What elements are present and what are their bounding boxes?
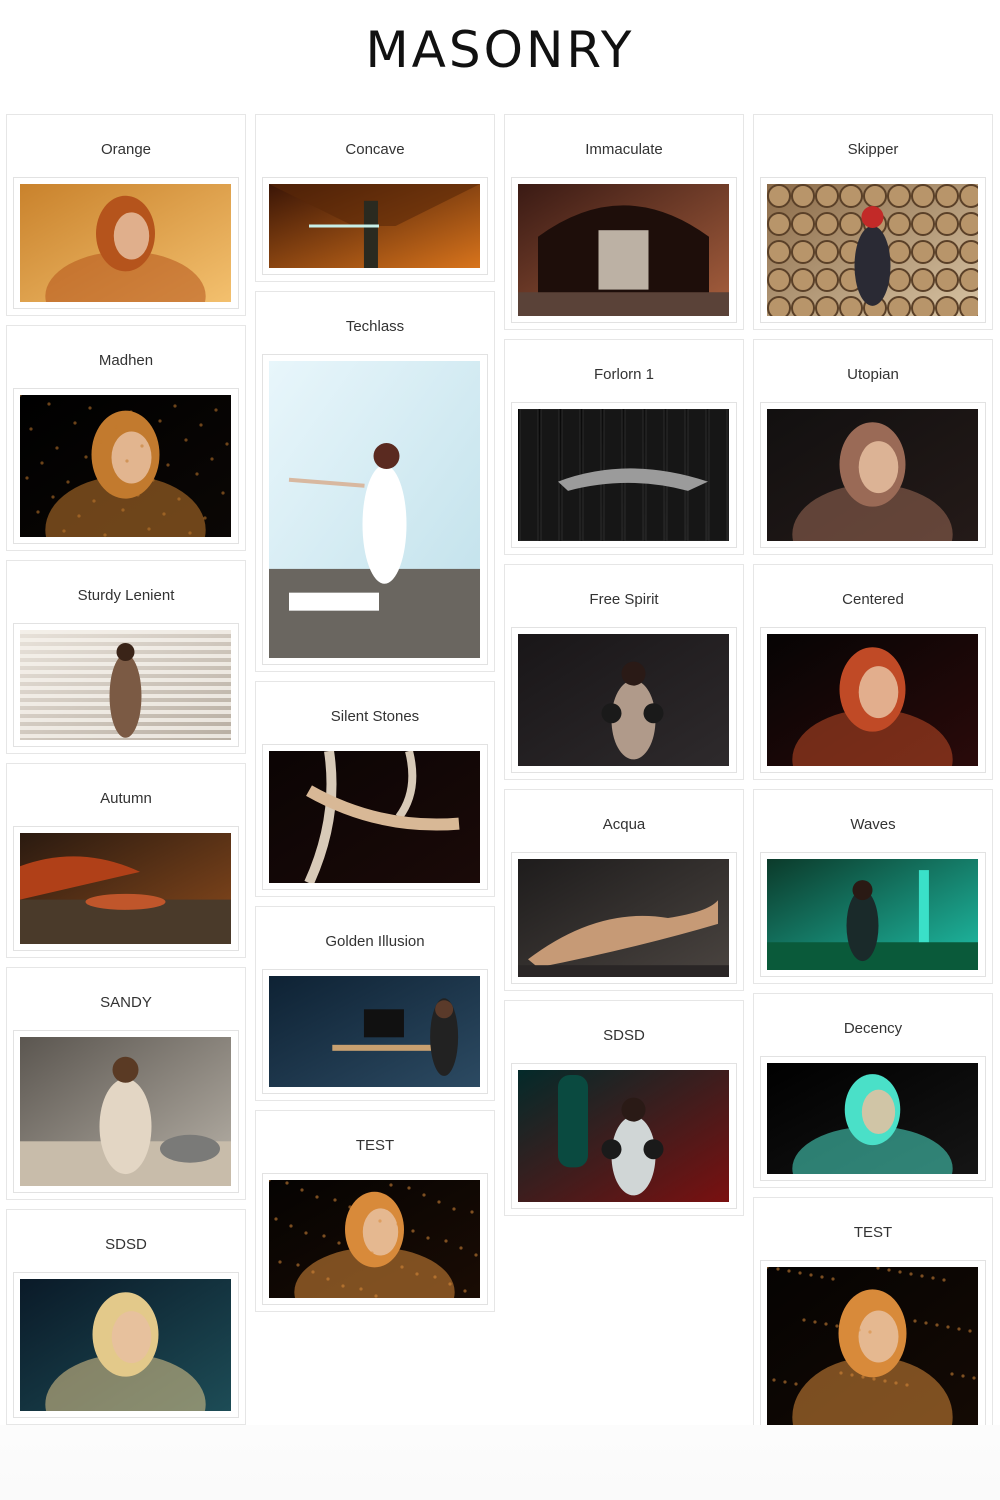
card-image[interactable] — [518, 409, 729, 541]
centered-card[interactable]: Centered — [753, 564, 993, 780]
card-image[interactable] — [767, 634, 978, 766]
card-image-frame — [13, 826, 239, 951]
card-image[interactable] — [518, 634, 729, 766]
decency-card[interactable]: Decency — [753, 993, 993, 1188]
bottom-fade — [0, 1425, 1000, 1500]
card-title: Techlass — [345, 318, 405, 335]
card-image-frame — [13, 388, 239, 544]
waves-card[interactable]: Waves — [753, 789, 993, 984]
skipper-card[interactable]: Skipper — [753, 114, 993, 330]
page-title: MASONRY — [365, 21, 635, 79]
card-image-frame — [760, 177, 986, 323]
card-image[interactable] — [20, 1279, 231, 1411]
concave-card[interactable]: Concave — [255, 114, 495, 282]
card-image[interactable] — [269, 976, 480, 1087]
card-title: Utopian — [847, 366, 899, 383]
card-image-frame — [511, 627, 737, 773]
card-image[interactable] — [269, 1180, 480, 1298]
card-title: Autumn — [100, 790, 152, 807]
card-image[interactable] — [269, 184, 480, 268]
card-title: Decency — [843, 1020, 903, 1037]
techlass-card[interactable]: Techlass — [255, 291, 495, 672]
test-card-col2[interactable]: TEST — [255, 1110, 495, 1312]
card-image-frame — [13, 623, 239, 747]
card-image[interactable] — [767, 1063, 978, 1174]
test-card-col4[interactable]: TEST — [753, 1197, 993, 1439]
card-image[interactable] — [767, 409, 978, 541]
card-title: Madhen — [98, 352, 154, 369]
card-title: TEST — [853, 1224, 893, 1241]
card-image[interactable] — [269, 751, 480, 883]
card-image-frame — [262, 744, 488, 890]
card-title: Immaculate — [585, 141, 663, 158]
sandy-card[interactable]: SANDY — [6, 967, 246, 1200]
card-image-frame — [760, 1260, 986, 1432]
card-image[interactable] — [20, 1037, 231, 1186]
forlorn-card[interactable]: Forlorn 1 — [504, 339, 744, 555]
card-image-frame — [262, 969, 488, 1094]
card-image[interactable] — [20, 395, 231, 537]
autumn-card[interactable]: Autumn — [6, 763, 246, 958]
card-image-frame — [760, 627, 986, 773]
card-image[interactable] — [518, 859, 729, 977]
masonry-column-1: Orange Madhen Sturdy Lenient Autumn SAND… — [6, 114, 246, 1434]
card-image-frame — [511, 177, 737, 323]
free-spirit-card[interactable]: Free Spirit — [504, 564, 744, 780]
card-image-frame — [760, 1056, 986, 1181]
card-title: Concave — [345, 141, 405, 158]
card-title: SDSD — [105, 1236, 147, 1253]
card-image-frame — [13, 177, 239, 309]
orange-card[interactable]: Orange — [6, 114, 246, 316]
card-image-frame — [13, 1272, 239, 1418]
card-title: TEST — [355, 1137, 395, 1154]
masonry-column-4: Skipper Utopian Centered Waves Decency T… — [753, 114, 993, 1448]
silent-stones-card[interactable]: Silent Stones — [255, 681, 495, 897]
card-title: Orange — [100, 141, 152, 158]
card-image-frame — [13, 1030, 239, 1193]
card-title: SDSD — [603, 1027, 645, 1044]
sdsd-card-col3[interactable]: SDSD — [504, 1000, 744, 1216]
masonry-column-2: Concave Techlass Silent Stones Golden Il… — [255, 114, 495, 1321]
card-image[interactable] — [20, 184, 231, 302]
card-image[interactable] — [20, 630, 231, 740]
card-image[interactable] — [20, 833, 231, 944]
masonry-column-3: Immaculate Forlorn 1 Free Spirit Acqua S… — [504, 114, 744, 1225]
card-image[interactable] — [518, 184, 729, 316]
madhen-card[interactable]: Madhen — [6, 325, 246, 551]
card-title: Silent Stones — [330, 708, 420, 725]
sturdy-lenient-card[interactable]: Sturdy Lenient — [6, 560, 246, 754]
card-image[interactable] — [269, 361, 480, 658]
card-title: Acqua — [602, 816, 646, 833]
card-image[interactable] — [518, 1070, 729, 1202]
card-image[interactable] — [767, 184, 978, 316]
sdsd-card-col1[interactable]: SDSD — [6, 1209, 246, 1425]
masonry-page: MASONRY Orange Madhen Sturdy Lenient Aut… — [0, 0, 1000, 1500]
card-title: Waves — [850, 816, 896, 833]
immaculate-card[interactable]: Immaculate — [504, 114, 744, 330]
acqua-card[interactable]: Acqua — [504, 789, 744, 991]
golden-illusion-card[interactable]: Golden Illusion — [255, 906, 495, 1101]
card-title: Skipper — [847, 141, 899, 158]
card-image-frame — [262, 354, 488, 665]
card-image-frame — [511, 852, 737, 984]
utopian-card[interactable]: Utopian — [753, 339, 993, 555]
card-image-frame — [262, 1173, 488, 1305]
card-title: Sturdy Lenient — [77, 587, 175, 604]
card-image[interactable] — [767, 1267, 978, 1425]
card-title: Golden Illusion — [325, 933, 425, 950]
card-title: Forlorn 1 — [593, 366, 655, 383]
card-title: Free Spirit — [589, 591, 659, 608]
card-image-frame — [760, 852, 986, 977]
card-image-frame — [262, 177, 488, 275]
card-image-frame — [760, 402, 986, 548]
card-image-frame — [511, 1063, 737, 1209]
card-image-frame — [511, 402, 737, 548]
card-image[interactable] — [767, 859, 978, 970]
card-title: SANDY — [100, 994, 152, 1011]
card-title: Centered — [842, 591, 904, 608]
